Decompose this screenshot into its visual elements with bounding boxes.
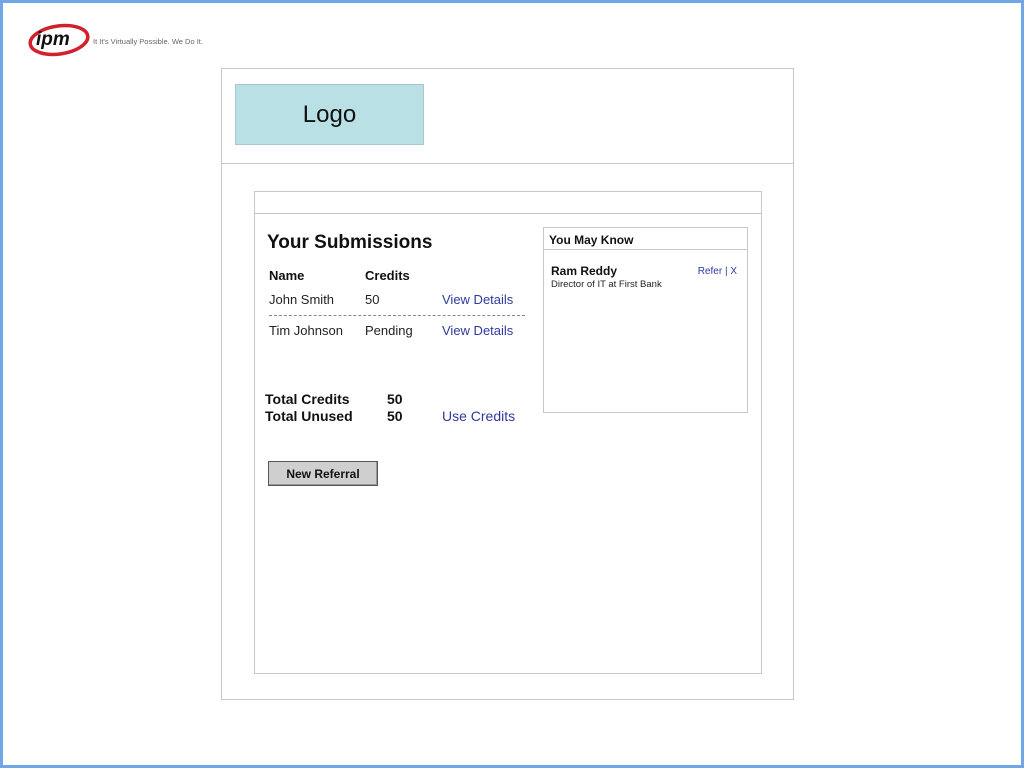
suggested-person-title: Director of IT at First Bank: [551, 279, 662, 290]
ipm-wordmark: ipm: [36, 29, 70, 50]
total-unused-value: 50: [387, 408, 403, 424]
column-header-credits: Credits: [365, 268, 410, 283]
ipm-swoosh-logo-graphic: ipm: [28, 23, 90, 57]
new-referral-button[interactable]: New Referral: [268, 461, 378, 486]
submissions-title: Your Submissions: [267, 232, 433, 253]
content-top-bar: [255, 192, 761, 214]
view-details-link-john-smith[interactable]: View Details: [442, 292, 513, 307]
suggested-person-name: Ram Reddy: [551, 264, 618, 278]
you-may-know-title: You May Know: [544, 228, 747, 250]
actions-separator: |: [724, 266, 728, 277]
row-separator: [269, 315, 525, 316]
view-details-link-tim-johnson[interactable]: View Details: [442, 323, 513, 338]
column-header-name: Name: [269, 268, 305, 283]
ipm-tagline: It It's Virtually Possible. We Do It.: [93, 37, 203, 46]
total-credits-label: Total Credits: [265, 391, 350, 407]
use-credits-link[interactable]: Use Credits: [442, 408, 515, 424]
submission-credits-tim-johnson: Pending: [365, 323, 413, 338]
refer-link[interactable]: Refer: [698, 266, 722, 277]
total-unused-label: Total Unused: [265, 408, 353, 424]
submission-credits-john-smith: 50: [365, 292, 380, 307]
submission-name-tim-johnson: Tim Johnson: [269, 323, 343, 338]
you-may-know-panel: You May Know Ram Reddy Director of IT at…: [543, 227, 748, 413]
submission-name-john-smith: John Smith: [269, 292, 335, 307]
total-credits-value: 50: [387, 391, 403, 407]
logo-placeholder: Logo: [235, 84, 424, 145]
header-divider: [222, 163, 793, 164]
suggested-person-actions: Refer | X: [698, 266, 737, 277]
content-panel: Your Submissions Name Credits John Smith…: [254, 191, 762, 674]
dismiss-x-link[interactable]: X: [730, 266, 737, 277]
page-wireframe: Logo Your Submissions Name Credits John …: [221, 68, 794, 700]
